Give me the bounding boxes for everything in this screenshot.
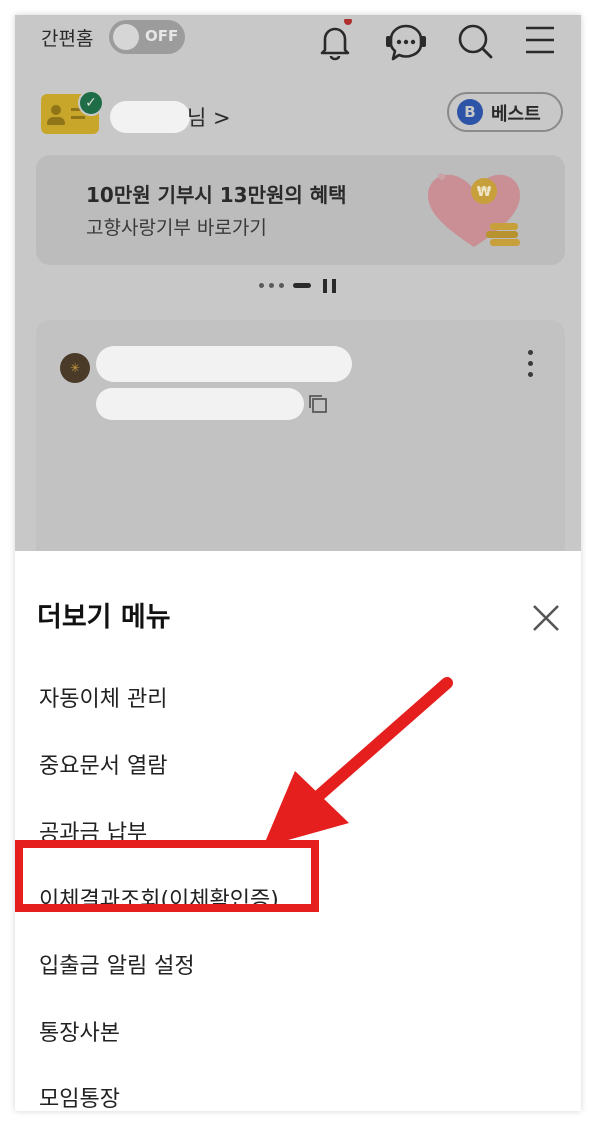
promo-banner[interactable]: 10만원 기부시 13만원의 혜택 고향사랑기부 바로가기 ₩ [36, 155, 565, 265]
user-row: ✓ 님 > B 베스트 [15, 87, 581, 137]
menu-item-deposit-alert[interactable]: 입출금 알림 설정 [39, 948, 195, 980]
toggle-knob [113, 24, 139, 50]
more-menu-sheet: 더보기 메뉴 자동이체 관리 중요문서 열람 공과금 납부 이체결과조회(이체확… [15, 551, 581, 1111]
search-icon[interactable] [455, 19, 495, 63]
menu-icon[interactable] [523, 19, 557, 63]
grade-letter: B [457, 99, 483, 125]
red-arrow-annotation [263, 677, 453, 847]
toggle-state: OFF [145, 27, 179, 45]
svg-text:₩: ₩ [477, 185, 492, 200]
redacted-account-name [96, 346, 352, 382]
menu-item-group-account[interactable]: 모임통장 [39, 1081, 120, 1111]
heart-coin-icon: ₩ [428, 173, 520, 247]
menu-item-auto-transfer[interactable]: 자동이체 관리 [39, 681, 167, 713]
sheet-title: 더보기 메뉴 [37, 602, 171, 633]
close-icon[interactable] [529, 601, 563, 635]
redacted-user-name [110, 101, 190, 133]
verified-check-icon: ✓ [78, 90, 104, 116]
top-bar: 간편홈 OFF [15, 15, 581, 75]
menu-item-bankbook-copy[interactable]: 통장사본 [39, 1015, 120, 1047]
banner-pager [255, 277, 355, 293]
menu-item-important-documents[interactable]: 중요문서 열람 [39, 748, 167, 780]
bell-icon[interactable] [313, 19, 357, 63]
more-icon[interactable] [528, 350, 533, 383]
redacted-account-number [96, 388, 304, 420]
copy-icon[interactable] [306, 392, 330, 416]
simple-home-toggle[interactable]: OFF [109, 20, 185, 54]
bank-logo-icon: ✳ [60, 353, 90, 383]
grade-badge-button[interactable]: B 베스트 [447, 92, 563, 132]
account-card[interactable]: ✳ [36, 320, 565, 580]
phone-screen: 간편홈 OFF ✓ 님 > B 베스트 10만원 기부시 13만원의 혜택 고향… [15, 15, 581, 1111]
user-name-suffix[interactable]: 님 > [187, 102, 231, 132]
chatbot-icon[interactable] [383, 19, 429, 63]
dimmed-home-screen: 간편홈 OFF ✓ 님 > B 베스트 10만원 기부시 13만원의 혜택 고향… [15, 15, 581, 580]
pause-icon[interactable] [323, 279, 327, 293]
grade-label: 베스트 [491, 104, 541, 125]
banner-subtitle: 고향사랑기부 바로가기 [86, 217, 267, 239]
simple-home-label: 간편홈 [41, 28, 94, 50]
banner-title: 10만원 기부시 13만원의 혜택 [86, 183, 347, 207]
